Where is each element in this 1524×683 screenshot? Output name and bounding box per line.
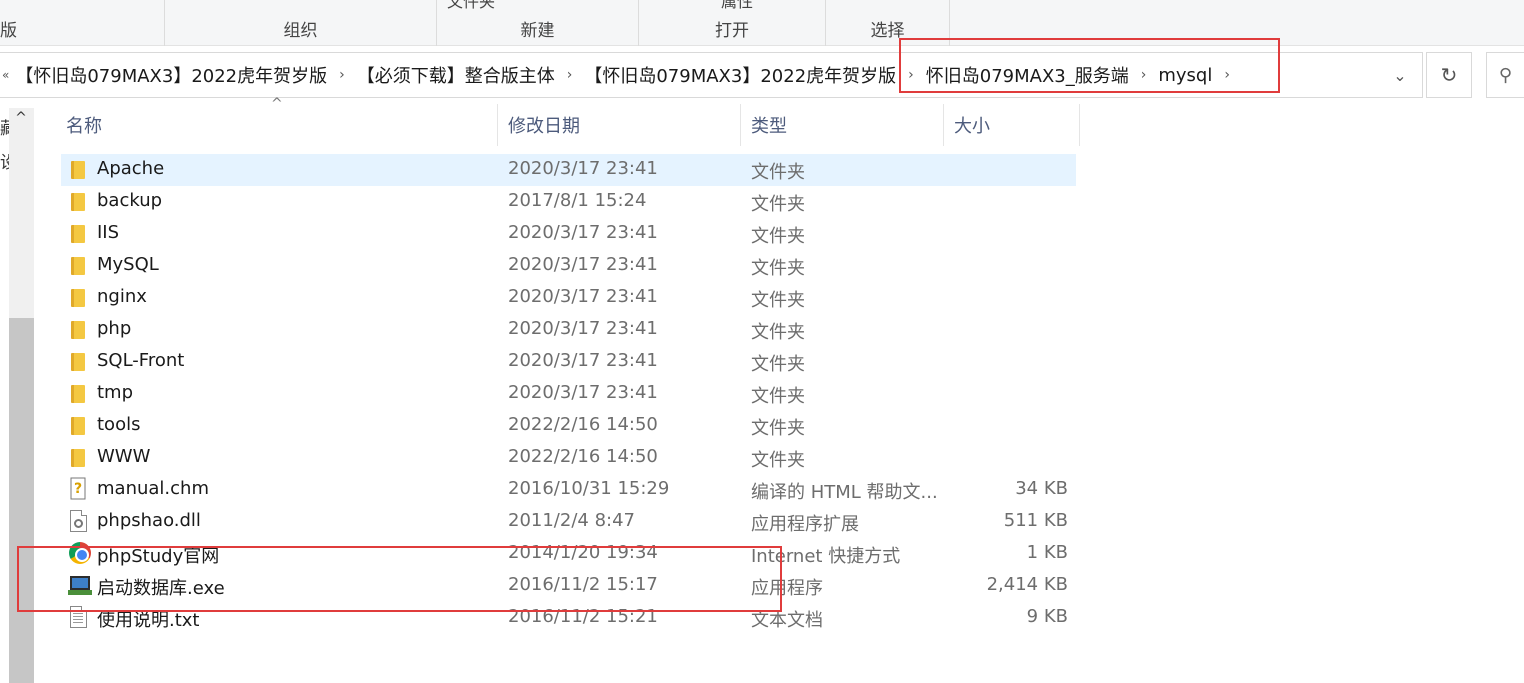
folder-icon — [71, 321, 85, 339]
file-size: 2,414 KB — [986, 574, 1068, 595]
file-size: 511 KB — [1003, 510, 1068, 531]
file-name: MySQL — [97, 254, 159, 275]
file-type: 文件夹 — [751, 226, 805, 247]
search-icon[interactable]: ⚲ — [1486, 52, 1524, 98]
file-type: 文件夹 — [751, 290, 805, 311]
file-size: 34 KB — [1015, 478, 1068, 499]
file-date: 2020/3/17 23:41 — [508, 382, 658, 403]
breadcrumb-separator-icon[interactable]: › — [567, 67, 573, 83]
file-type: 文件夹 — [751, 418, 805, 439]
refresh-button[interactable]: ↻ — [1426, 52, 1472, 98]
file-name: tmp — [97, 382, 134, 403]
column-header-date[interactable]: 修改日期 — [498, 104, 741, 146]
ribbon-group-label: 打开 — [715, 21, 749, 41]
help-file-icon: ? — [70, 477, 86, 500]
file-name: nginx — [97, 286, 147, 307]
file-type: 文件夹 — [751, 386, 805, 407]
file-name: manual.chm — [97, 478, 209, 499]
file-name: php — [97, 318, 132, 339]
file-date: 2011/2/4 8:47 — [508, 510, 635, 531]
ribbon-properties-fragment[interactable]: 属性 — [721, 0, 753, 12]
file-name: WWW — [97, 446, 151, 467]
file-date: 2020/3/17 23:41 — [508, 254, 658, 275]
file-date: 2022/2/16 14:50 — [508, 446, 658, 467]
column-header-size[interactable]: 大小 — [944, 104, 1080, 146]
overflow-chevron-icon[interactable]: « — [2, 68, 9, 82]
file-date: 2020/3/17 23:41 — [508, 222, 658, 243]
file-row[interactable]: WWW 2022/2/16 14:50 文件夹 — [61, 442, 1076, 474]
file-date: 2017/8/1 15:24 — [508, 190, 647, 211]
ribbon-group-open[interactable]: 属性 打开 — [639, 0, 826, 46]
file-row[interactable]: MySQL 2020/3/17 23:41 文件夹 — [61, 250, 1076, 282]
annotation-box-path — [899, 38, 1280, 93]
file-type: 文件夹 — [751, 450, 805, 471]
file-type: 编译的 HTML 帮助文... — [751, 482, 938, 503]
file-date: 2016/10/31 15:29 — [508, 478, 670, 499]
file-row[interactable]: php 2020/3/17 23:41 文件夹 — [61, 314, 1076, 346]
folder-icon — [71, 161, 85, 179]
file-row[interactable]: ? manual.chm 2016/10/31 15:29 编译的 HTML 帮… — [61, 474, 1076, 506]
address-bar-area: « 【怀旧岛079MAX3】2022虎年贺岁版 › 【必须下载】整合版主体 › … — [0, 52, 1524, 98]
file-row[interactable]: tools 2022/2/16 14:50 文件夹 — [61, 410, 1076, 442]
ribbon-group-label: 新建 — [520, 21, 555, 41]
folder-icon — [71, 449, 85, 467]
ribbon-group-label: 组织 — [283, 21, 318, 41]
file-type: 文件夹 — [751, 258, 805, 279]
file-row[interactable]: backup 2017/8/1 15:24 文件夹 — [61, 186, 1076, 218]
file-size: 1 KB — [1026, 542, 1068, 563]
file-name: backup — [97, 190, 163, 211]
column-header-name[interactable]: 名称 — [56, 104, 498, 146]
file-row[interactable]: Apache 2020/3/17 23:41 文件夹 — [61, 154, 1076, 186]
file-size: 9 KB — [1026, 606, 1068, 627]
folder-icon — [71, 353, 85, 371]
annotation-box-files — [17, 546, 782, 612]
file-row[interactable]: phpshao.dll 2011/2/4 8:47 应用程序扩展 511 KB — [61, 506, 1076, 538]
file-name: SQL-Front — [97, 350, 185, 371]
ribbon: 版 组织 文件夹 新建 属性 打开 选择 — [0, 0, 1524, 46]
file-type: 应用程序扩展 — [751, 514, 859, 535]
file-type: 文件夹 — [751, 354, 805, 375]
folder-icon — [71, 289, 85, 307]
ribbon-group-organize[interactable]: 组织 — [165, 0, 437, 46]
file-date: 2020/3/17 23:41 — [508, 286, 658, 307]
file-row[interactable]: IIS 2020/3/17 23:41 文件夹 — [61, 218, 1076, 250]
ribbon-group-left[interactable]: 版 — [0, 0, 165, 46]
file-type: 文件夹 — [751, 162, 805, 183]
breadcrumb-item[interactable]: 【怀旧岛079MAX3】2022虎年贺岁版 — [584, 62, 896, 88]
folder-icon — [71, 225, 85, 243]
file-row[interactable]: tmp 2020/3/17 23:41 文件夹 — [61, 378, 1076, 410]
file-date: 2020/3/17 23:41 — [508, 158, 658, 179]
file-type: 文件夹 — [751, 194, 805, 215]
breadcrumb-separator-icon[interactable]: › — [339, 67, 345, 83]
ribbon-new-folder-fragment[interactable]: 文件夹 — [447, 0, 495, 12]
file-name: tools — [97, 414, 141, 435]
file-name: phpshao.dll — [97, 510, 201, 531]
file-name: IIS — [97, 222, 120, 243]
folder-icon — [71, 193, 85, 211]
column-header-type[interactable]: 类型 — [741, 104, 944, 146]
file-date: 2020/3/17 23:41 — [508, 350, 658, 371]
address-history-dropdown-icon[interactable]: ⌄ — [1380, 52, 1420, 98]
file-type: 文件夹 — [751, 322, 805, 343]
ribbon-group-new[interactable]: 文件夹 新建 — [437, 0, 639, 46]
dll-file-icon — [70, 510, 87, 532]
file-name: Apache — [97, 158, 165, 179]
nav-scrollbar-thumb[interactable] — [9, 318, 34, 683]
svg-text:?: ? — [74, 481, 82, 497]
scroll-up-arrow-icon[interactable]: ^ — [10, 110, 32, 130]
file-row[interactable]: nginx 2020/3/17 23:41 文件夹 — [61, 282, 1076, 314]
breadcrumb-item[interactable]: 【怀旧岛079MAX3】2022虎年贺岁版 — [15, 62, 327, 88]
file-date: 2020/3/17 23:41 — [508, 318, 658, 339]
folder-icon — [71, 417, 85, 435]
breadcrumb-item[interactable]: 【必须下载】整合版主体 — [357, 62, 555, 88]
file-date: 2022/2/16 14:50 — [508, 414, 658, 435]
folder-icon — [71, 385, 85, 403]
ribbon-left-fragment: 版 — [0, 21, 17, 41]
file-row[interactable]: SQL-Front 2020/3/17 23:41 文件夹 — [61, 346, 1076, 378]
folder-icon — [71, 257, 85, 275]
